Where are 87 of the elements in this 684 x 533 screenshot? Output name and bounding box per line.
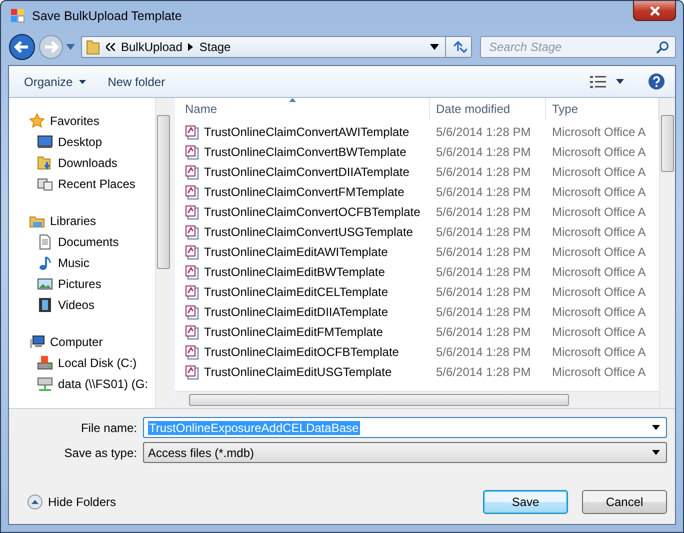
database-file-icon bbox=[185, 284, 199, 300]
search-field[interactable]: Search Stage bbox=[480, 36, 676, 58]
pictures-icon bbox=[37, 276, 53, 292]
file-name-label: File name: bbox=[80, 420, 137, 434]
sidebar-item[interactable]: Computer bbox=[9, 331, 155, 352]
downloads-icon bbox=[37, 154, 53, 170]
vertical-scrollbar[interactable] bbox=[155, 98, 171, 408]
dialog-button[interactable]: Cancel bbox=[582, 490, 667, 514]
file-row[interactable]: TrustOnlineClaimEditBWTemplate 5/6/2014 1:28 PM Microsoft Office A bbox=[175, 262, 659, 282]
database-file-icon bbox=[185, 204, 199, 220]
column-header[interactable]: Name bbox=[175, 98, 430, 120]
refresh-icon bbox=[450, 40, 466, 54]
network-icon bbox=[37, 376, 53, 392]
desktop-icon bbox=[37, 134, 53, 150]
sidebar-item[interactable]: Music bbox=[9, 252, 155, 273]
database-file-icon bbox=[185, 244, 199, 260]
sort-arrow-icon bbox=[289, 98, 296, 102]
document-icon bbox=[37, 234, 53, 250]
search-icon bbox=[656, 40, 669, 54]
separator-arrow-icon bbox=[188, 43, 194, 51]
star-icon bbox=[29, 112, 45, 128]
hide-folders-button[interactable]: Hide Folders bbox=[17, 494, 116, 510]
sidebar-item[interactable]: Desktop bbox=[9, 131, 155, 152]
database-file-icon bbox=[185, 184, 199, 200]
back-icon[interactable] bbox=[8, 33, 36, 61]
file-row[interactable]: TrustOnlineClaimConvertOCFBTemplate 5/6/2014 1:28 PM Microsoft Office A bbox=[175, 202, 659, 222]
database-file-icon bbox=[185, 164, 199, 180]
sidebar-item[interactable]: Downloads bbox=[9, 152, 155, 173]
database-file-icon bbox=[185, 324, 199, 340]
dropdown-caret-icon bbox=[652, 425, 660, 430]
music-icon bbox=[37, 254, 53, 270]
column-header[interactable]: Date modified bbox=[430, 98, 546, 120]
disk-icon bbox=[37, 354, 53, 370]
sidebar-item[interactable]: Local Disk (C:) bbox=[9, 352, 155, 373]
window-title: Save BulkUpload Template bbox=[32, 9, 182, 23]
dropdown-caret-icon bbox=[652, 450, 660, 455]
search-input[interactable]: Search Stage bbox=[487, 39, 656, 55]
view-list-icon[interactable] bbox=[590, 76, 606, 88]
file-row[interactable]: TrustOnlineClaimConvertUSGTemplate 5/6/2014 1:28 PM Microsoft Office A bbox=[175, 222, 659, 242]
file-row[interactable]: TrustOnlineClaimConvertBWTemplate 5/6/2014 1:28 PM Microsoft Office A bbox=[175, 142, 659, 162]
sidebar-item[interactable]: Recent Places bbox=[9, 173, 155, 194]
database-file-icon bbox=[185, 124, 199, 140]
dialog-button[interactable]: Save bbox=[483, 490, 568, 514]
sidebar-item[interactable]: data (\\FS01) (G: bbox=[9, 373, 155, 394]
horizontal-scrollbar[interactable] bbox=[175, 391, 659, 408]
organize-button[interactable]: Organize bbox=[18, 72, 92, 92]
sidebar-item[interactable]: Libraries bbox=[9, 210, 155, 231]
refresh-button[interactable] bbox=[445, 37, 471, 57]
sidebar-item[interactable]: Documents bbox=[9, 231, 155, 252]
file-row[interactable]: TrustOnlineClaimConvertFMTemplate 5/6/2014 1:28 PM Microsoft Office A bbox=[175, 182, 659, 202]
save-as-type-dropdown[interactable]: Access files (*.mdb) bbox=[143, 442, 667, 463]
file-row[interactable]: TrustOnlineClaimEditCELTemplate 5/6/2014 1:28 PM Microsoft Office A bbox=[175, 282, 659, 302]
dropdown-caret-icon[interactable] bbox=[430, 44, 439, 50]
view-caret-icon[interactable] bbox=[616, 79, 624, 84]
database-file-icon bbox=[185, 144, 199, 160]
recent-icon bbox=[37, 176, 53, 192]
history-caret-icon[interactable] bbox=[66, 44, 75, 50]
breadcrumb-item[interactable]: Stage bbox=[199, 40, 231, 54]
sidebar-item[interactable]: Pictures bbox=[9, 273, 155, 294]
sidebar-item[interactable]: Videos bbox=[9, 294, 155, 315]
breadcrumb-item[interactable]: BulkUpload bbox=[121, 40, 182, 54]
vertical-scrollbar[interactable] bbox=[659, 98, 675, 408]
app-icon bbox=[10, 8, 26, 24]
file-row[interactable]: TrustOnlineClaimEditAWITemplate 5/6/2014 1:28 PM Microsoft Office A bbox=[175, 242, 659, 262]
help-icon[interactable] bbox=[648, 73, 665, 90]
save-as-type-label: Save as type: bbox=[63, 446, 137, 460]
address-bar[interactable]: BulkUpload Stage bbox=[81, 36, 472, 58]
videos-icon bbox=[37, 296, 53, 312]
database-file-icon bbox=[185, 304, 199, 320]
database-file-icon bbox=[185, 264, 199, 280]
sidebar-item[interactable]: Favorites bbox=[9, 110, 155, 131]
computer-icon bbox=[29, 334, 45, 350]
new-folder-button[interactable]: New folder bbox=[102, 72, 172, 92]
file-row[interactable]: TrustOnlineClaimEditFMTemplate 5/6/2014 1:28 PM Microsoft Office A bbox=[175, 322, 659, 342]
file-row[interactable]: TrustOnlineClaimEditDIIATemplate 5/6/2014 1:28 PM Microsoft Office A bbox=[175, 302, 659, 322]
file-row[interactable]: TrustOnlineClaimConvertAWITemplate 5/6/2014 1:28 PM Microsoft Office A bbox=[175, 122, 659, 142]
caret-icon bbox=[78, 80, 86, 84]
database-file-icon bbox=[185, 224, 199, 240]
close-icon bbox=[650, 6, 660, 16]
folder-icon bbox=[86, 39, 100, 55]
chevron-icon bbox=[106, 43, 115, 51]
file-row[interactable]: TrustOnlineClaimEditUSGTemplate 5/6/2014 1:28 PM Microsoft Office A bbox=[175, 362, 659, 382]
database-file-icon bbox=[185, 344, 199, 360]
file-row[interactable]: TrustOnlineClaimConvertDIIATemplate 5/6/2014 1:28 PM Microsoft Office A bbox=[175, 162, 659, 182]
file-row[interactable]: TrustOnlineClaimEditOCFBTemplate 5/6/2014 1:28 PM Microsoft Office A bbox=[175, 342, 659, 362]
database-file-icon bbox=[185, 364, 199, 380]
close-button[interactable] bbox=[633, 1, 676, 21]
